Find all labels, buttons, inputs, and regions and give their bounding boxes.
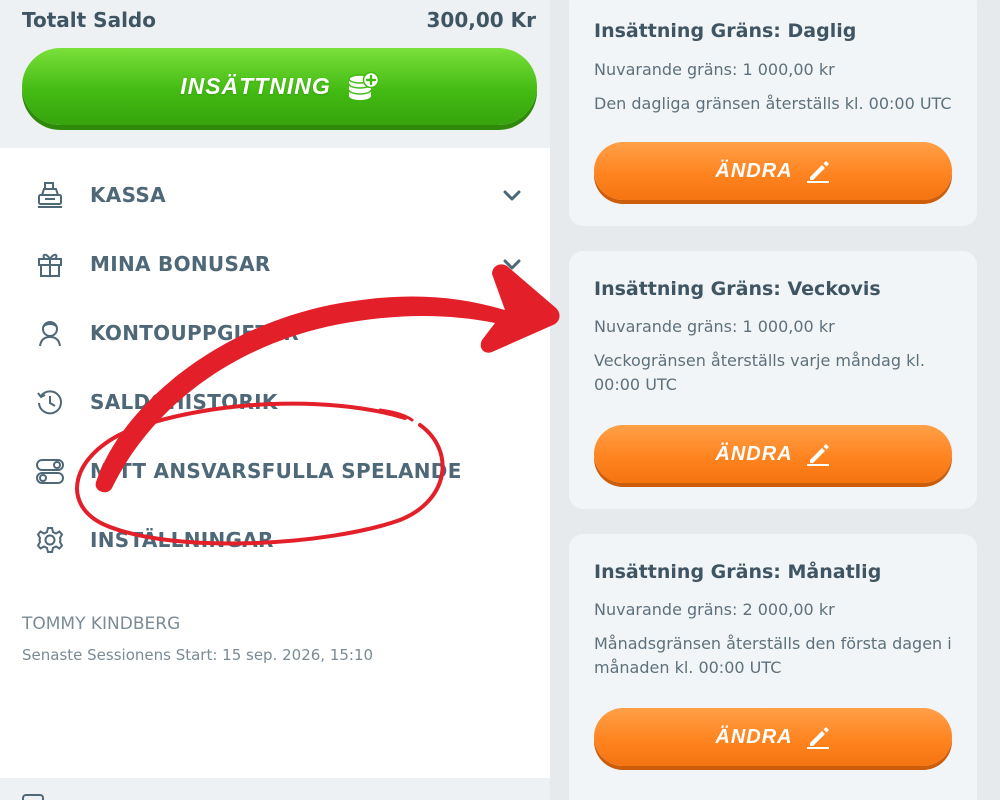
menu-item-installningar[interactable]: INSTÄLLNINGAR bbox=[22, 505, 532, 574]
menu-item-label: KASSA bbox=[90, 182, 166, 207]
menu-item-kassa[interactable]: KASSA bbox=[22, 160, 532, 229]
limit-current: Nuvarande gräns: 2 000,00 kr bbox=[594, 600, 835, 619]
change-limit-button[interactable]: ÄNDRA bbox=[594, 708, 952, 766]
menu-item-label: KONTOUPPGIFTER bbox=[90, 320, 299, 345]
limit-title: Insättning Gräns: Veckovis bbox=[594, 278, 881, 300]
cash-register-icon bbox=[34, 179, 66, 211]
change-limit-button[interactable]: ÄNDRA bbox=[594, 425, 952, 483]
chevron-down-icon[interactable] bbox=[500, 183, 524, 207]
session-start: Senaste Sessionens Start: 15 sep. 2026, … bbox=[22, 646, 374, 664]
menu-item-kontouppgifter[interactable]: KONTOUPPGIFTER bbox=[22, 298, 532, 367]
menu-item-label: INSTÄLLNINGAR bbox=[90, 527, 274, 552]
change-limit-button[interactable]: ÄNDRA bbox=[594, 142, 952, 200]
pencil-icon bbox=[805, 158, 831, 184]
change-label: ÄNDRA bbox=[715, 725, 793, 748]
pencil-icon bbox=[805, 441, 831, 467]
gift-icon bbox=[34, 248, 66, 280]
toggles-icon bbox=[34, 455, 66, 487]
deposit-button[interactable]: INSÄTTNING bbox=[22, 48, 537, 125]
change-label: ÄNDRA bbox=[715, 442, 793, 465]
coin-stack-plus-icon bbox=[347, 71, 379, 103]
limit-note: Den dagliga gränsen återställs kl. 00:00… bbox=[594, 94, 952, 113]
menu-item-mina-bonusar[interactable]: MINA BONUSAR bbox=[22, 229, 532, 298]
balance-area: Totalt Saldo 300,00 Kr INSÄTTNING bbox=[0, 0, 550, 148]
chevron-down-icon[interactable] bbox=[500, 321, 524, 345]
limit-note: Månadsgränsen återställs den första dage… bbox=[594, 634, 952, 677]
balance-amount: 300,00 Kr bbox=[426, 8, 536, 32]
bottom-strip bbox=[0, 778, 550, 800]
limit-card-daily: Insättning Gräns: Daglig Nuvarande gräns… bbox=[569, 0, 977, 226]
menu-item-label: MITT ANSVARSFULLA SPELANDE bbox=[90, 458, 462, 483]
limit-card-monthly: Insättning Gräns: Månatlig Nuvarande grä… bbox=[569, 534, 977, 800]
change-label: ÄNDRA bbox=[715, 159, 793, 182]
menu-item-label: SALDOHISTORIK bbox=[90, 389, 278, 414]
limit-title: Insättning Gräns: Daglig bbox=[594, 20, 857, 42]
limit-current: Nuvarande gräns: 1 000,00 kr bbox=[594, 317, 835, 336]
limit-title: Insättning Gräns: Månatlig bbox=[594, 561, 882, 583]
user-icon bbox=[34, 317, 66, 349]
menu-item-saldohistorik[interactable]: SALDOHISTORIK bbox=[22, 367, 532, 436]
account-menu: KASSA MINA BONUSAR KONTOUPPGIFTER SALDOH… bbox=[22, 160, 532, 574]
menu-item-mitt-ansvarsfulla-spelande[interactable]: MITT ANSVARSFULLA SPELANDE bbox=[22, 436, 532, 505]
account-menu-panel: Totalt Saldo 300,00 Kr INSÄTTNING KASSA … bbox=[0, 0, 550, 800]
user-name: TOMMY KINDBERG bbox=[22, 614, 181, 634]
balance-label: Totalt Saldo bbox=[22, 8, 156, 32]
limit-current: Nuvarande gräns: 1 000,00 kr bbox=[594, 60, 835, 79]
deposit-label: INSÄTTNING bbox=[180, 73, 331, 99]
gear-icon bbox=[34, 524, 66, 556]
limit-card-weekly: Insättning Gräns: Veckovis Nuvarande grä… bbox=[569, 251, 977, 509]
limit-note: Veckogränsen återställs varje måndag kl.… bbox=[594, 351, 925, 394]
chevron-down-icon[interactable] bbox=[500, 252, 524, 276]
pencil-icon bbox=[805, 724, 831, 750]
balance-row: Totalt Saldo 300,00 Kr bbox=[22, 6, 536, 34]
menu-item-label: MINA BONUSAR bbox=[90, 251, 271, 276]
history-icon bbox=[34, 386, 66, 418]
partial-menu-icon bbox=[22, 794, 44, 800]
